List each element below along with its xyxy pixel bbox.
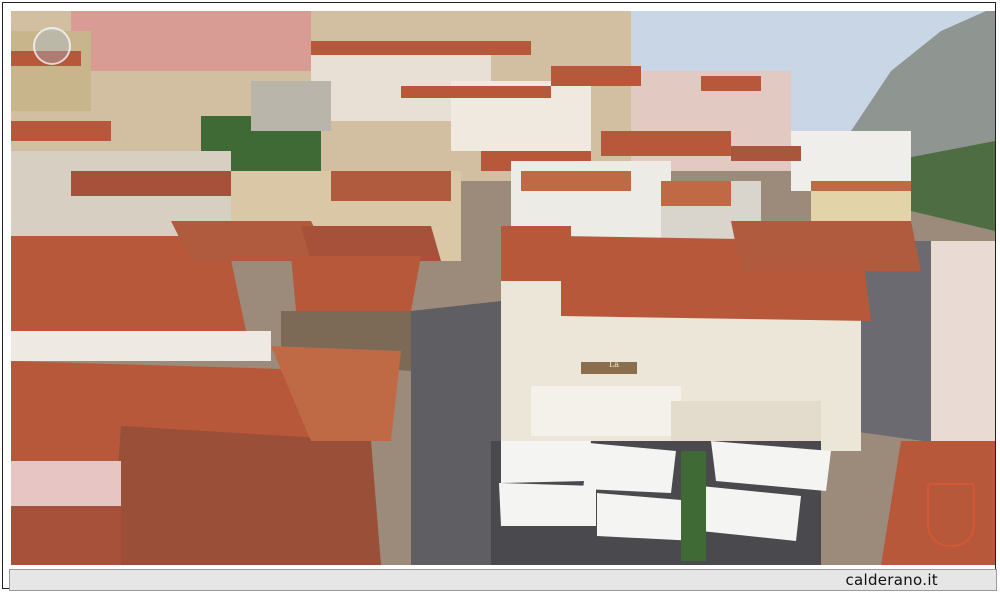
roof	[301, 226, 441, 261]
heraldic-watermark	[927, 483, 975, 547]
shopfront	[671, 401, 821, 446]
right-house	[931, 241, 995, 441]
roof	[661, 181, 731, 206]
roof	[731, 221, 921, 271]
roof	[551, 66, 641, 86]
site-name: calderano.it	[845, 571, 938, 589]
umbrella	[583, 443, 676, 493]
roof	[401, 86, 551, 98]
pink-wall	[11, 461, 121, 506]
shop-sign: La Caffetteria	[608, 360, 620, 369]
wall-left	[11, 331, 271, 361]
roof-corner	[11, 501, 121, 565]
village-photo	[11, 11, 995, 565]
roof	[331, 171, 451, 201]
awning	[531, 386, 681, 436]
village-scene	[11, 11, 995, 565]
roof	[501, 226, 571, 281]
image-frame: calderano.it	[2, 2, 997, 591]
roof	[601, 131, 731, 156]
roof-foreground	[111, 426, 381, 565]
roof	[701, 76, 761, 91]
roof	[311, 41, 531, 55]
roof	[291, 256, 421, 311]
umbrella	[499, 483, 596, 526]
roof	[731, 146, 801, 161]
roof	[11, 121, 111, 141]
roof	[521, 171, 631, 191]
caption-bar: calderano.it	[9, 569, 997, 591]
grey-building	[251, 81, 331, 131]
town-crest-logo	[33, 27, 71, 65]
pink-building	[71, 11, 311, 71]
hedge	[681, 451, 706, 561]
umbrella	[501, 441, 591, 483]
